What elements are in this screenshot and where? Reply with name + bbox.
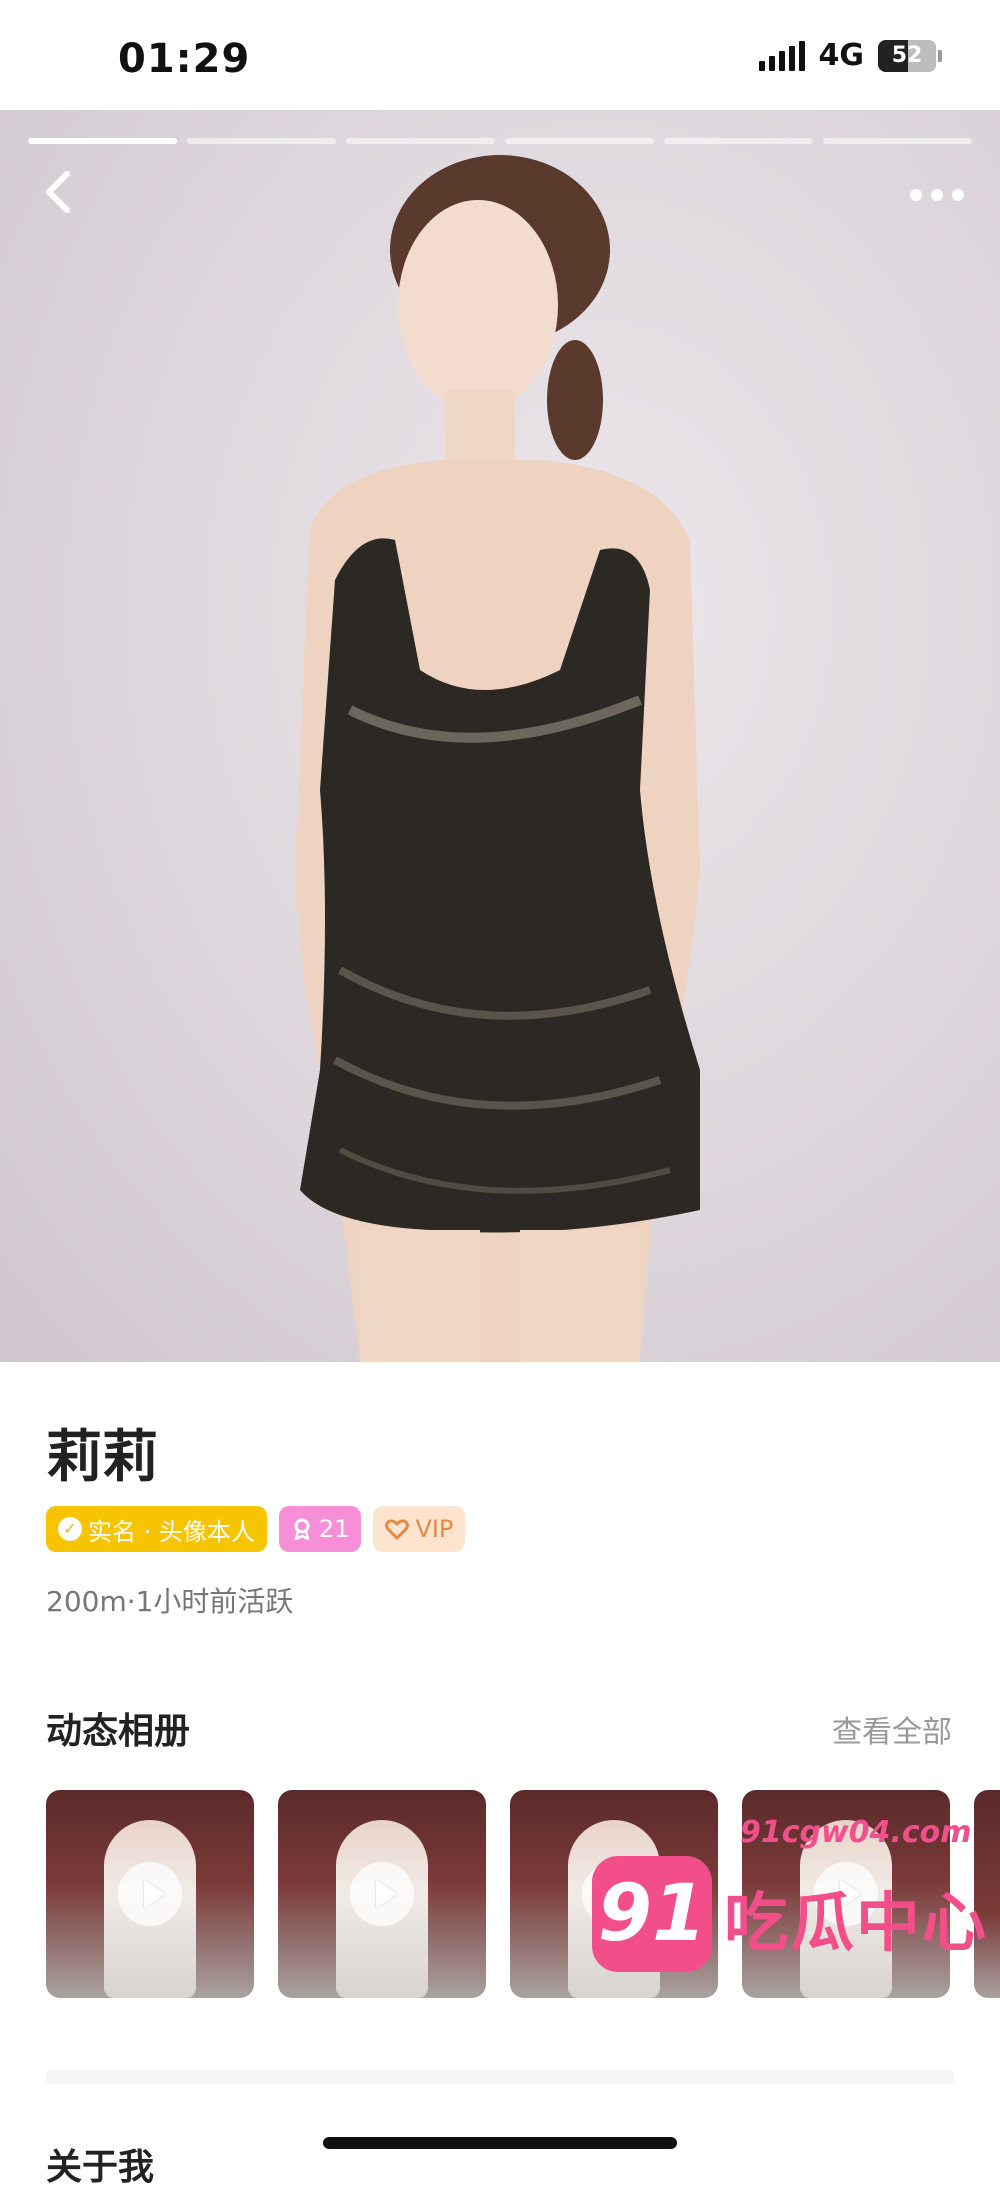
chevron-left-icon [46, 171, 70, 213]
network-type: 4G [818, 38, 865, 73]
progress-segment-5 [664, 138, 813, 144]
more-button[interactable] [902, 170, 972, 220]
status-time: 01:29 [118, 36, 251, 82]
watermark-url: 91cgw04.com [740, 1815, 972, 1850]
level-badge: 21 [278, 1506, 362, 1552]
more-dots-icon [910, 189, 964, 201]
play-icon [350, 1862, 414, 1926]
album-title: 动态相册 [46, 1711, 191, 1752]
photo-progress-bar [28, 138, 972, 144]
progress-segment-2 [187, 138, 336, 144]
about-title: 关于我 [46, 2147, 155, 2188]
signal-icon [758, 40, 805, 71]
level-badge-label: 21 [318, 1515, 350, 1543]
battery-icon: 52 [878, 39, 942, 72]
profile-info: 莉莉 ✓ 实名 · 头像本人 21 VIP 200m·1小时前活跃 动态相册 查… [0, 1362, 1000, 2188]
section-divider [46, 2070, 954, 2084]
progress-segment-3 [346, 138, 495, 144]
verified-badge: ✓ 实名 · 头像本人 [46, 1506, 267, 1552]
progress-segment-4 [505, 138, 654, 144]
play-icon [118, 1862, 182, 1926]
album-video-2[interactable] [278, 1790, 486, 1998]
status-bar: 01:29 4G 52 [0, 0, 1000, 110]
progress-segment-1 [28, 138, 177, 144]
check-icon: ✓ [58, 1517, 82, 1541]
watermark-text: 吃瓜中心 [724, 1887, 988, 1961]
home-indicator[interactable] [323, 2137, 677, 2149]
distance-activity: 200m·1小时前活跃 [46, 1585, 294, 1618]
profile-photo[interactable] [0, 110, 1000, 1362]
badge-row: ✓ 实名 · 头像本人 21 VIP [46, 1506, 466, 1552]
verified-badge-label: 实名 · 头像本人 [88, 1517, 255, 1546]
watermark-logo-text: 91 [597, 1869, 707, 1959]
heart-icon [385, 1519, 410, 1540]
profile-name: 莉莉 [46, 1425, 158, 1490]
vip-badge: VIP [373, 1506, 466, 1552]
progress-segment-6 [823, 138, 972, 144]
album-video-1[interactable] [46, 1790, 254, 1998]
battery-level: 52 [891, 42, 923, 68]
photo-illustration [295, 155, 700, 1362]
see-all-link[interactable]: 查看全部 [832, 1707, 952, 1751]
level-icon [294, 1518, 310, 1540]
status-indicators: 4G 52 [758, 38, 942, 73]
vip-badge-label: VIP [415, 1515, 454, 1543]
back-button[interactable] [28, 162, 88, 222]
watermark-logo: 91 [592, 1856, 712, 1972]
